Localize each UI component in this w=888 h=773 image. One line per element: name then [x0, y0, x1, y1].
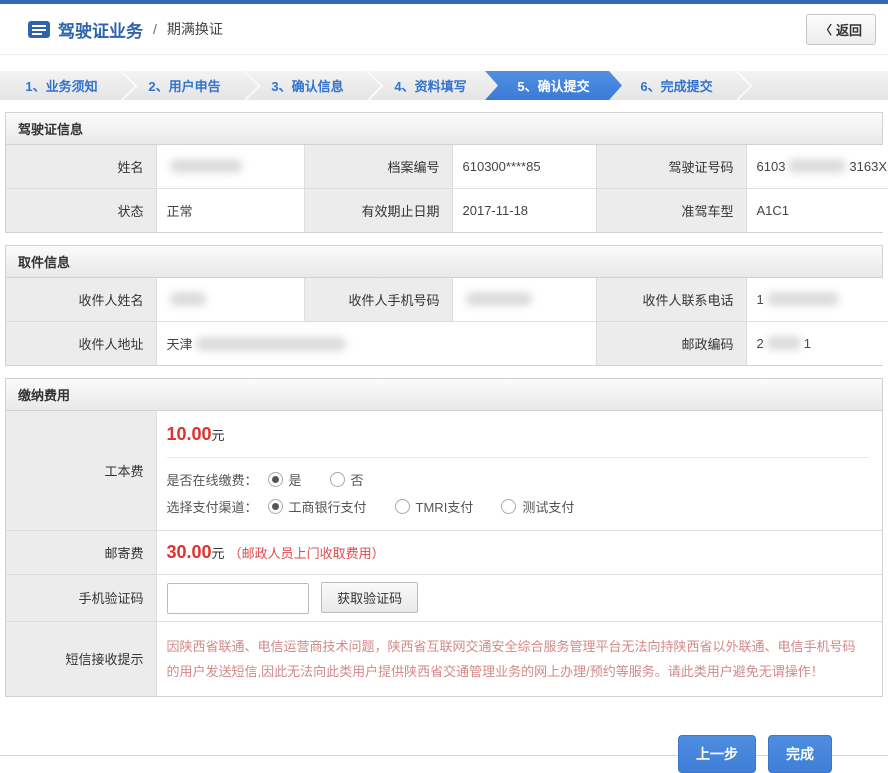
sms-tip-text: 因陕西省联通、电信运营商技术问题，陕西省互联网交通安全综合服务管理平台无法向持陕…: [167, 634, 877, 685]
license-info-table: 姓名 档案编号 610300****85 驾驶证号码 61033163X 状态 …: [6, 145, 888, 232]
step-2[interactable]: 2、用户申告: [123, 71, 246, 100]
pay-channel-label: 选择支付渠道：: [167, 497, 258, 516]
redacted-mobile: [466, 292, 532, 306]
table-row: 手机验证码 获取验证码: [6, 574, 882, 621]
divider: [167, 457, 869, 458]
captcha-cell: 获取验证码: [156, 574, 882, 621]
step-6[interactable]: 6、完成提交: [615, 71, 738, 100]
pickup-info-table: 收件人姓名 收件人手机号码 收件人联系电话 1 收件人地址 天津 邮政编码 21: [6, 278, 888, 365]
postage-amount: 30.00: [167, 542, 212, 562]
table-row: 工本费 10.00元 是否在线缴费： 是 否 选择支付渠道： 工商银行支付 TM…: [6, 411, 882, 530]
back-button[interactable]: 〈 返回: [806, 14, 876, 45]
table-row: 收件人地址 天津 邮政编码 21: [6, 322, 888, 366]
step-4[interactable]: 4、资料填写: [369, 71, 492, 100]
payment-section: 缴纳费用 工本费 10.00元 是否在线缴费： 是 否 选择支付渠道： 工商银行…: [5, 378, 883, 697]
expiry-date-label: 有效期止日期: [304, 189, 452, 233]
redacted-name: [170, 159, 242, 173]
postage-note: （邮政人员上门收取费用）: [229, 546, 385, 561]
recipient-phone-value: 1: [746, 278, 888, 322]
recipient-name-label: 收件人姓名: [6, 278, 156, 322]
sms-tip-cell: 因陕西省联通、电信运营商技术问题，陕西省互联网交通安全综合服务管理平台无法向持陕…: [156, 621, 882, 696]
table-row: 姓名 档案编号 610300****85 驾驶证号码 61033163X: [6, 145, 888, 189]
step-wizard: 1、业务须知 2、用户申告 3、确认信息 4、资料填写 5、确认提交 6、完成提…: [0, 71, 888, 100]
postal-code-value: 21: [746, 322, 888, 366]
table-row: 短信接收提示 因陕西省联通、电信运营商技术问题，陕西省互联网交通安全综合服务管理…: [6, 621, 882, 696]
captcha-label: 手机验证码: [6, 574, 156, 621]
license-number-label: 驾驶证号码: [596, 145, 746, 189]
recipient-address-value: 天津: [156, 322, 596, 366]
back-button-label: 返回: [836, 20, 862, 39]
license-info-section: 驾驶证信息 姓名 档案编号 610300****85 驾驶证号码 6103316…: [5, 112, 883, 233]
redacted-recipient-name: [170, 292, 206, 306]
redacted-postal-digits: [767, 336, 801, 350]
license-menu-icon: [28, 21, 50, 38]
sms-tip-label: 短信接收提示: [6, 621, 156, 696]
table-row: 邮寄费 30.00元（邮政人员上门收取费用）: [6, 530, 882, 574]
file-number-label: 档案编号: [304, 145, 452, 189]
pickup-info-section: 取件信息 收件人姓名 收件人手机号码 收件人联系电话 1 收件人地址 天津 邮政…: [5, 245, 883, 366]
expiry-date-value: 2017-11-18: [452, 189, 596, 233]
captcha-input[interactable]: [167, 583, 309, 614]
step-bar-filler: [738, 71, 888, 100]
page-title: 驾驶证业务: [58, 17, 143, 42]
page-header: 驾驶证业务 / 期满换证 〈 返回: [0, 4, 888, 55]
radio-icon: [501, 499, 516, 514]
recipient-name-value: [156, 278, 304, 322]
recipient-mobile-label: 收件人手机号码: [304, 278, 452, 322]
chevron-left-icon: 〈: [820, 21, 832, 38]
footer-actions: 上一步 完成: [0, 735, 888, 773]
status-value: 正常: [156, 189, 304, 233]
name-label: 姓名: [6, 145, 156, 189]
name-value: [156, 145, 304, 189]
breadcrumb-current: 期满换证: [167, 19, 223, 39]
fee-cell: 10.00元 是否在线缴费： 是 否 选择支付渠道： 工商银行支付 TMRI支付…: [156, 411, 882, 530]
radio-icon: [268, 499, 283, 514]
fee-label: 工本费: [6, 411, 156, 530]
step-3[interactable]: 3、确认信息: [246, 71, 369, 100]
fee-amount-line: 10.00元: [167, 424, 877, 445]
prev-step-button[interactable]: 上一步: [678, 735, 756, 773]
payment-table: 工本费 10.00元 是否在线缴费： 是 否 选择支付渠道： 工商银行支付 TM…: [6, 411, 882, 696]
finish-button[interactable]: 完成: [768, 735, 832, 773]
redacted-phone-digits: [767, 292, 839, 306]
recipient-address-label: 收件人地址: [6, 322, 156, 366]
radio-icon: [268, 472, 283, 487]
step-5-active[interactable]: 5、确认提交: [485, 71, 622, 100]
fee-amount: 10.00: [167, 424, 212, 444]
radio-icon: [395, 499, 410, 514]
postage-value: 30.00元（邮政人员上门收取费用）: [156, 530, 882, 574]
radio-channel-tmri[interactable]: TMRI支付: [395, 497, 474, 516]
vehicle-class-value: A1C1: [746, 189, 888, 233]
online-pay-row: 是否在线缴费： 是 否: [167, 470, 877, 489]
pickup-section-title: 取件信息: [6, 246, 882, 278]
pay-channel-row: 选择支付渠道： 工商银行支付 TMRI支付 测试支付: [167, 497, 877, 516]
radio-online-yes[interactable]: 是: [268, 470, 302, 489]
license-number-value: 61033163X: [746, 145, 888, 189]
license-section-title: 驾驶证信息: [6, 113, 882, 145]
postal-code-label: 邮政编码: [596, 322, 746, 366]
recipient-mobile-value: [452, 278, 596, 322]
breadcrumb-separator: /: [153, 21, 157, 37]
redacted-license-digits: [788, 159, 846, 173]
payment-section-title: 缴纳费用: [6, 379, 882, 411]
status-label: 状态: [6, 189, 156, 233]
radio-icon: [330, 472, 345, 487]
postage-label: 邮寄费: [6, 530, 156, 574]
radio-online-no[interactable]: 否: [330, 470, 364, 489]
radio-channel-icbc[interactable]: 工商银行支付: [268, 497, 367, 516]
get-captcha-button[interactable]: 获取验证码: [321, 582, 418, 613]
redacted-address: [196, 337, 346, 351]
step-1[interactable]: 1、业务须知: [0, 71, 123, 100]
file-number-value: 610300****85: [452, 145, 596, 189]
vehicle-class-label: 准驾车型: [596, 189, 746, 233]
table-row: 状态 正常 有效期止日期 2017-11-18 准驾车型 A1C1: [6, 189, 888, 233]
online-pay-label: 是否在线缴费：: [167, 470, 258, 489]
recipient-phone-label: 收件人联系电话: [596, 278, 746, 322]
radio-channel-test[interactable]: 测试支付: [501, 497, 574, 516]
table-row: 收件人姓名 收件人手机号码 收件人联系电话 1: [6, 278, 888, 322]
